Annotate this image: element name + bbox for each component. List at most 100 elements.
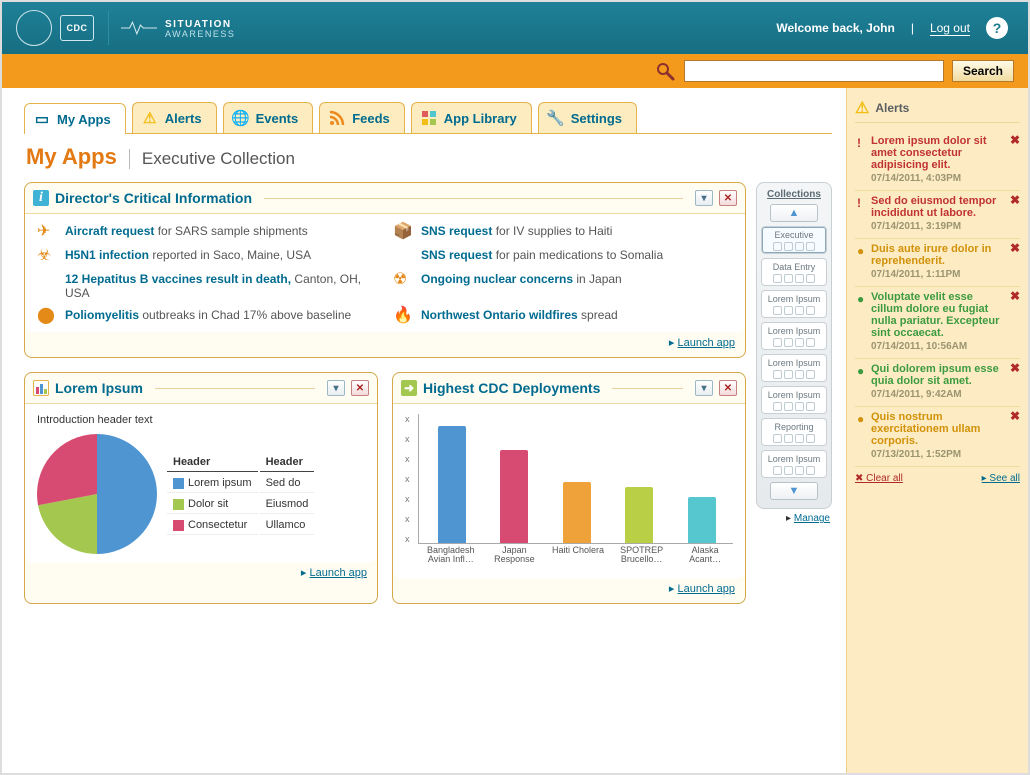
tab-alerts[interactable]: ⚠ Alerts: [132, 102, 217, 133]
page-subtitle: Executive Collection: [129, 149, 295, 169]
collection-item[interactable]: Executive: [761, 226, 827, 254]
panel-menu-button[interactable]: ▾: [695, 380, 713, 396]
alerts-heading: Alerts: [875, 101, 909, 115]
panel-deployments: ➜ Highest CDC Deployments ▾ ✕ xxxxxxx: [392, 372, 746, 604]
tab-label: Alerts: [165, 111, 202, 126]
alert-timestamp: 07/14/2011, 4:03PM: [871, 173, 1006, 184]
legend-row: Lorem ipsumSed do: [167, 474, 314, 493]
collection-item[interactable]: Lorem Ipsum: [761, 450, 827, 478]
panel-close-button[interactable]: ✕: [351, 380, 369, 396]
dismiss-button[interactable]: ✖: [1010, 193, 1020, 207]
bar-plot: [418, 414, 734, 544]
tab-my-apps[interactable]: ▭ My Apps: [24, 103, 126, 134]
logout-link[interactable]: Log out: [930, 21, 970, 36]
alert-message: Quis nostrum exercitationem ullam corpor…: [871, 411, 1006, 447]
alert-item[interactable]: ●✖Qui dolorem ipsum esse quia dolor sit …: [855, 359, 1020, 407]
rss-icon: [328, 109, 346, 127]
dci-item[interactable]: SNS request for pain medications to Soma…: [393, 248, 733, 264]
collections-panel: Collections ▲ Executive Data Entry Lorem I…: [756, 182, 832, 509]
see-all-link[interactable]: See all: [982, 473, 1020, 484]
dismiss-button[interactable]: ✖: [1010, 361, 1020, 375]
alert-item[interactable]: ● ✖ Voluptate velit esse cillum dolore eu …: [855, 287, 1020, 359]
collections-heading: Collections: [761, 189, 827, 200]
panel-heading: Highest CDC Deployments: [423, 380, 600, 396]
hhs-seal-icon: [16, 10, 52, 46]
panel-dci: i Director's Critical Information ▾ ✕ ✈A…: [24, 182, 746, 358]
alert-timestamp: 07/13/2011, 1:52PM: [871, 449, 1006, 460]
tab-events[interactable]: 🌐 Events: [223, 102, 314, 133]
dci-icon: ✈: [37, 224, 57, 240]
panel-lorem: Lorem Ipsum ▾ ✕ Introduction header text: [24, 372, 378, 604]
collection-item[interactable]: Lorem Ipsum: [761, 290, 827, 318]
app-header: CDC SITUATION AWARENESS Welcome back, Jo…: [2, 2, 1028, 54]
cdc-logo: CDC: [60, 15, 94, 41]
search-bar: Search: [2, 54, 1028, 88]
search-button[interactable]: Search: [952, 60, 1014, 82]
window-icon: ▭: [33, 110, 51, 128]
alert-message: Voluptate velit esse cillum dolore eu fu…: [871, 291, 1006, 339]
collection-item[interactable]: Lorem Ipsum: [761, 322, 827, 350]
intro-text: Introduction header text: [37, 414, 365, 426]
panel-menu-button[interactable]: ▾: [695, 190, 713, 206]
tab-settings[interactable]: 🔧 Settings: [538, 102, 637, 133]
dci-item[interactable]: 📦SNS request for IV supplies to Haiti: [393, 224, 733, 240]
collection-item[interactable]: Reporting: [761, 418, 827, 446]
tab-app-library[interactable]: App Library: [411, 102, 532, 133]
brand: SITUATION AWARENESS: [121, 17, 235, 40]
manage-link[interactable]: Manage: [794, 513, 830, 524]
alert-item[interactable]: ●✖Duis aute irure dolor in reprehenderit…: [855, 239, 1020, 287]
help-button[interactable]: ?: [986, 17, 1008, 39]
dismiss-button[interactable]: ✖: [1010, 241, 1020, 255]
dci-icon: ☣: [37, 248, 57, 264]
header-divider: [108, 11, 109, 45]
collection-item[interactable]: Lorem Ipsum: [761, 354, 827, 382]
info-icon: i: [33, 190, 49, 206]
alert-icon: ⚠: [855, 98, 869, 118]
launch-app-link[interactable]: Launch app: [678, 337, 736, 349]
legend-table: Header Header Lorem ipsumSed doDolor sit…: [165, 451, 316, 537]
alert-item[interactable]: !✖Sed do eiusmod tempor incididunt ut la…: [855, 191, 1020, 239]
scroll-up-button[interactable]: ▲: [770, 204, 818, 222]
dci-item[interactable]: ☣H5N1 infection reported in Saco, Maine,…: [37, 248, 377, 264]
clear-all-link[interactable]: Clear all: [855, 473, 903, 484]
dci-item[interactable]: 🔥Northwest Ontario wildfires spread: [393, 308, 733, 324]
severity-icon: ●: [857, 244, 864, 258]
severity-icon: ●: [857, 292, 864, 306]
collection-item[interactable]: Lorem Ipsum: [761, 386, 827, 414]
main-tabs: ▭ My Apps ⚠ Alerts 🌐 Events Feeds: [24, 102, 832, 134]
dismiss-button[interactable]: ✖: [1010, 409, 1020, 423]
dci-item[interactable]: 12 Hepatitus B vaccines result in death,…: [37, 272, 377, 300]
dci-item[interactable]: ☢Ongoing nuclear concerns in Japan: [393, 272, 733, 300]
dci-item[interactable]: ⬤Poliomyelitis outbreaks in Chad 17% abo…: [37, 308, 377, 324]
dci-icon: 🔥: [393, 308, 413, 324]
x-labels: Bangladesh Avian Infl…Japan ResponseHait…: [423, 546, 733, 570]
alert-item[interactable]: !✖Lorem ipsum dolor sit amet consectetur…: [855, 131, 1020, 191]
dismiss-button[interactable]: ✖: [1010, 133, 1020, 147]
alert-timestamp: 07/14/2011, 10:56AM: [871, 341, 1006, 352]
dci-text: Poliomyelitis outbreaks in Chad 17% abov…: [65, 308, 351, 322]
launch-app-link[interactable]: Launch app: [678, 583, 736, 595]
panel-close-button[interactable]: ✕: [719, 190, 737, 206]
search-input[interactable]: [684, 60, 944, 82]
brand-line2: AWARENESS: [165, 30, 235, 39]
panel-heading: Lorem Ipsum: [55, 380, 143, 396]
dci-text: Ongoing nuclear concerns in Japan: [421, 272, 622, 286]
collection-item[interactable]: Data Entry: [761, 258, 827, 286]
pie-chart: [37, 434, 157, 554]
panel-rule: [612, 388, 683, 389]
dci-text: SNS request for IV supplies to Haiti: [421, 224, 612, 238]
launch-app-link[interactable]: Launch app: [310, 567, 368, 579]
tab-feeds[interactable]: Feeds: [319, 102, 405, 133]
dismiss-button[interactable]: ✖: [1010, 289, 1020, 303]
brand-line1: SITUATION: [165, 19, 232, 30]
grid-icon: [420, 109, 438, 127]
alert-item[interactable]: ●✖Quis nostrum exercitationem ullam corp…: [855, 407, 1020, 467]
wrench-icon: 🔧: [547, 109, 565, 127]
panel-close-button[interactable]: ✕: [719, 380, 737, 396]
dci-item[interactable]: ✈Aircraft request for SARS sample shipme…: [37, 224, 377, 240]
scroll-down-button[interactable]: ▼: [770, 482, 818, 500]
alert-message: Qui dolorem ipsum esse quia dolor sit am…: [871, 363, 1006, 387]
alert-message: Lorem ipsum dolor sit amet consectetur a…: [871, 135, 1006, 171]
legend-h1: Header: [167, 453, 258, 472]
panel-menu-button[interactable]: ▾: [327, 380, 345, 396]
